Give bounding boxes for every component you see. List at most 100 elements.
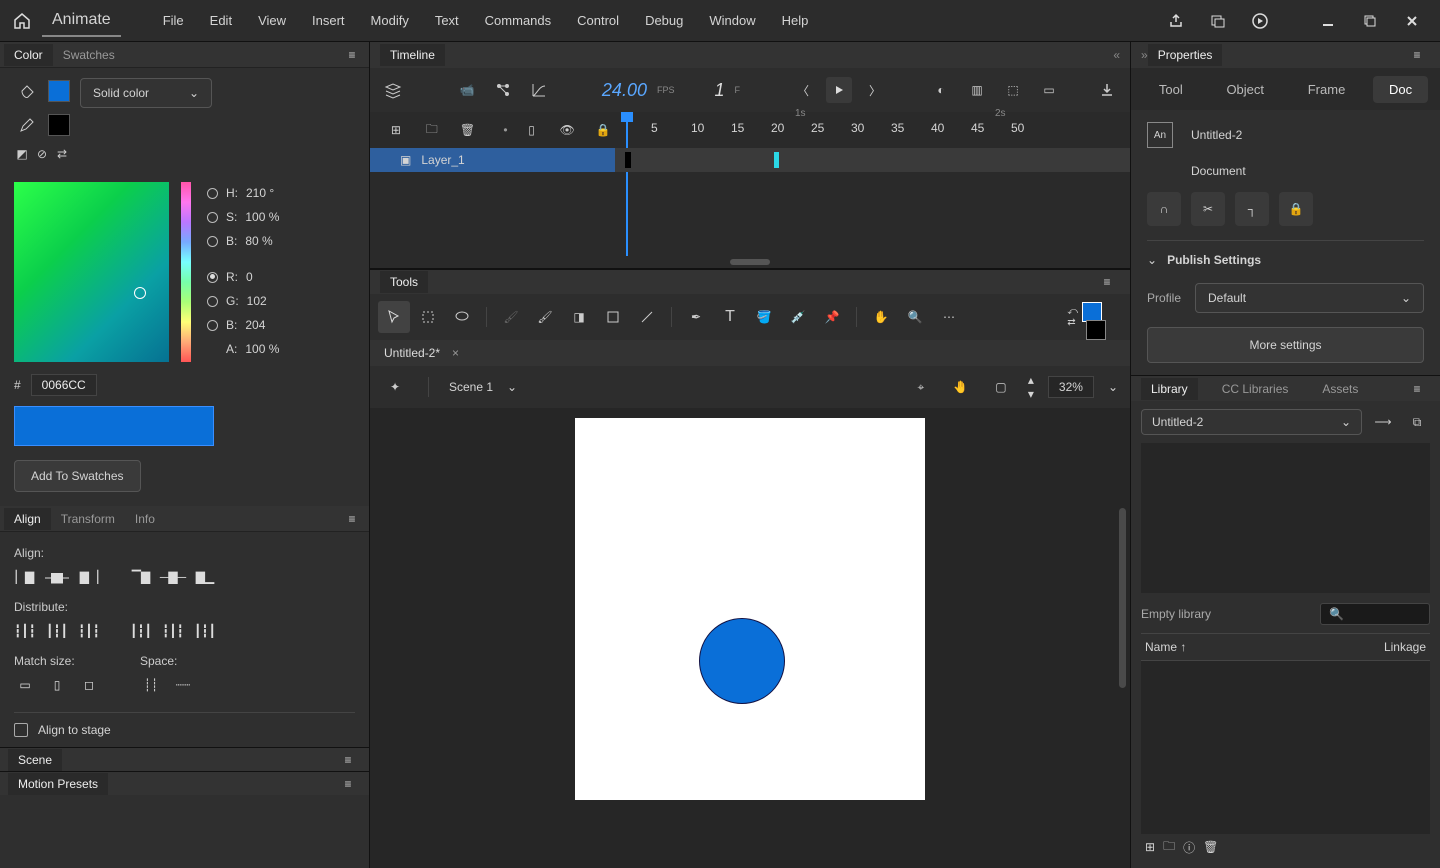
- space-h-icon[interactable]: ┈┈: [172, 674, 194, 696]
- text-tool[interactable]: T: [714, 301, 746, 333]
- playhead[interactable]: [626, 112, 628, 148]
- ruler-icon[interactable]: ┐: [1235, 192, 1269, 226]
- line-tool[interactable]: [631, 301, 663, 333]
- library-list[interactable]: [1141, 661, 1430, 834]
- scene-panel-header[interactable]: Scene ≡: [0, 747, 369, 771]
- layers-icon[interactable]: [380, 77, 406, 103]
- new-folder-icon[interactable]: 🗀: [1163, 837, 1175, 858]
- fit-icon[interactable]: ▢: [988, 374, 1014, 400]
- prop-doc-tab[interactable]: Doc: [1373, 76, 1428, 103]
- dist-top-icon[interactable]: ┇┃┇: [14, 620, 36, 642]
- stage-area[interactable]: [370, 408, 1130, 868]
- align-stage-checkbox[interactable]: [14, 723, 28, 737]
- info-tab[interactable]: Info: [125, 508, 165, 530]
- snap-icon[interactable]: ∩: [1147, 192, 1181, 226]
- layer-row[interactable]: ▣ Layer_1: [370, 148, 1130, 172]
- more-settings-button[interactable]: More settings: [1147, 327, 1424, 363]
- match-height-icon[interactable]: ▯: [46, 674, 68, 696]
- radio-bch[interactable]: [207, 320, 218, 331]
- swap-icon[interactable]: ⇄: [54, 146, 70, 162]
- zoom-value[interactable]: 32%: [1048, 376, 1094, 398]
- swatches-tab[interactable]: Swatches: [53, 44, 125, 66]
- swap-bw-icon[interactable]: ◩: [14, 146, 30, 162]
- layer-name[interactable]: Layer_1: [421, 153, 464, 167]
- stroke-swatch[interactable]: [48, 114, 70, 136]
- folder-icon[interactable]: 🗀: [420, 117, 444, 143]
- panel-menu-icon[interactable]: ≡: [339, 42, 365, 68]
- window-close[interactable]: [1398, 9, 1426, 33]
- selection-tool[interactable]: [378, 301, 410, 333]
- value-r[interactable]: 0: [246, 270, 253, 284]
- prop-object-tab[interactable]: Object: [1210, 76, 1280, 103]
- dist-right-icon[interactable]: ┃┇┃: [194, 620, 216, 642]
- menu-window[interactable]: Window: [699, 7, 765, 34]
- collapse-icon[interactable]: «: [1113, 48, 1120, 62]
- no-color-icon[interactable]: ⊘: [34, 146, 50, 162]
- scene-name[interactable]: Scene 1: [449, 380, 493, 394]
- timeline-scrollbar[interactable]: [370, 256, 1130, 268]
- value-b[interactable]: 80 %: [245, 234, 272, 248]
- play-button[interactable]: [826, 77, 852, 103]
- visibility-icon[interactable]: 👁: [555, 117, 579, 143]
- stroke-color-tool[interactable]: [1086, 320, 1106, 340]
- frame-value[interactable]: 1: [714, 80, 724, 101]
- menu-file[interactable]: File: [153, 7, 194, 34]
- radio-s[interactable]: [207, 212, 218, 223]
- motion-presets-tab[interactable]: Motion Presets: [8, 773, 108, 795]
- lasso-tool[interactable]: [446, 301, 478, 333]
- doc-tab[interactable]: Untitled-2*: [378, 343, 446, 363]
- space-v-icon[interactable]: ┊┊: [140, 674, 162, 696]
- panel-menu-icon[interactable]: ≡: [339, 506, 365, 532]
- insert-frame-icon[interactable]: ▭: [1036, 77, 1062, 103]
- onion-icon[interactable]: ◐: [928, 77, 954, 103]
- frame-ruler[interactable]: 5 10 15 20 1s 25 30 35 40 45 2s 50: [615, 112, 1130, 148]
- close-tab-icon[interactable]: ×: [452, 346, 459, 360]
- free-transform-tool[interactable]: [412, 301, 444, 333]
- align-vcenter-icon[interactable]: ─▇─: [162, 566, 184, 588]
- menu-text[interactable]: Text: [425, 7, 469, 34]
- timeline-tab[interactable]: Timeline: [380, 44, 445, 66]
- library-search[interactable]: 🔍: [1320, 603, 1430, 625]
- dist-hcenter-icon[interactable]: ┇┃┇: [162, 620, 184, 642]
- pencil-icon[interactable]: [14, 112, 40, 138]
- radio-h[interactable]: [207, 188, 218, 199]
- dist-left-icon[interactable]: ┃┇┃: [130, 620, 152, 642]
- properties-tab[interactable]: Properties: [1148, 44, 1223, 66]
- library-doc-dropdown[interactable]: Untitled-2⌄: [1141, 409, 1362, 435]
- stage-canvas[interactable]: [575, 418, 925, 800]
- menu-modify[interactable]: Modify: [361, 7, 419, 34]
- asset-warp-tool[interactable]: 📌: [816, 301, 848, 333]
- window-minimize[interactable]: [1314, 9, 1342, 33]
- radio-b[interactable]: [207, 236, 218, 247]
- add-layer-icon[interactable]: ⊞: [384, 117, 408, 143]
- menu-debug[interactable]: Debug: [635, 7, 693, 34]
- radio-r[interactable]: [207, 272, 218, 283]
- radio-g[interactable]: [207, 296, 218, 307]
- value-a[interactable]: 100 %: [245, 342, 279, 356]
- trash-icon[interactable]: 🗑: [456, 117, 480, 143]
- align-top-icon[interactable]: ▔▇: [130, 566, 152, 588]
- pin-icon[interactable]: ⟶: [1370, 409, 1396, 435]
- panel-menu-icon[interactable]: ≡: [335, 771, 361, 797]
- scene-nav-icon[interactable]: ✦: [382, 374, 408, 400]
- value-s[interactable]: 100 %: [245, 210, 279, 224]
- align-left-icon[interactable]: ▏▇: [14, 566, 36, 588]
- export-icon[interactable]: [1094, 77, 1120, 103]
- expand-icon[interactable]: »: [1141, 48, 1148, 62]
- menu-help[interactable]: Help: [772, 7, 819, 34]
- panel-menu-icon[interactable]: ≡: [1094, 269, 1120, 295]
- properties-icon[interactable]: ⓘ: [1183, 839, 1195, 856]
- window-maximize[interactable]: [1356, 9, 1384, 33]
- home-icon[interactable]: [8, 7, 36, 35]
- frame-edit-icon[interactable]: ▥: [964, 77, 990, 103]
- app-name[interactable]: Animate: [42, 5, 121, 37]
- bucket-icon[interactable]: [14, 78, 40, 104]
- profile-dropdown[interactable]: Default⌄: [1195, 283, 1424, 313]
- hue-slider[interactable]: [181, 182, 191, 362]
- menu-commands[interactable]: Commands: [475, 7, 561, 34]
- menu-insert[interactable]: Insert: [302, 7, 355, 34]
- lock-icon[interactable]: 🔒: [591, 117, 615, 143]
- play-icon[interactable]: [1246, 9, 1274, 33]
- cc-libraries-tab[interactable]: CC Libraries: [1212, 378, 1299, 400]
- library-tab[interactable]: Library: [1141, 378, 1198, 400]
